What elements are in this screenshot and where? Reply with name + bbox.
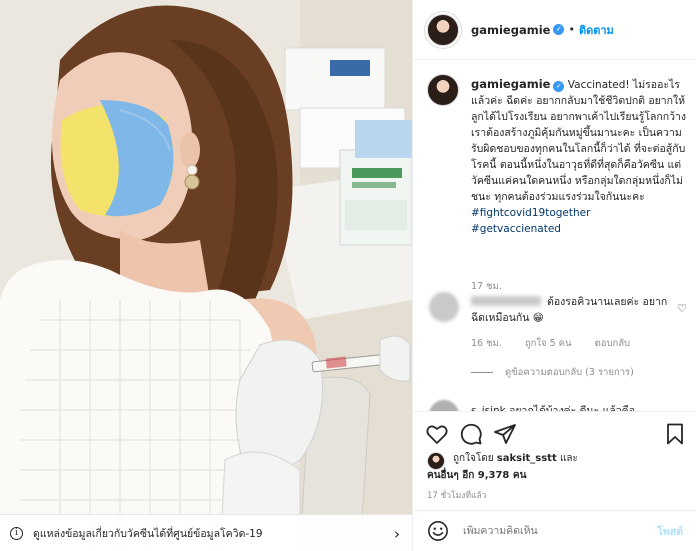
photo-illustration	[0, 0, 412, 551]
comments-section[interactable]: gamiegamie ✓ Vaccinated! ไม่รออะไรแล้วค่ะ…	[413, 60, 696, 411]
liked-by-others[interactable]: คนอื่นๆ อีก 9,378 คน	[427, 468, 526, 483]
hashtag-link[interactable]: #fightcovid19together	[471, 207, 590, 219]
action-bar	[413, 411, 696, 454]
covid-info-text: ดูแหล่งข้อมูลเกี่ยวกับวัคซีนได้ที่ศูนย์ข…	[33, 527, 263, 540]
verified-badge-icon: ✓	[553, 24, 565, 35]
separator-dot: •	[568, 23, 575, 36]
comment-likes[interactable]: ถูกใจ 5 คน	[525, 338, 572, 349]
comment-text: s_isink อยากได้บ้างค่ะ ดีนะ แล้วคือ	[471, 405, 636, 411]
liked-by-prefix: ถูกใจโดย	[453, 453, 494, 464]
post-sidebar: gamiegamie ✓ • ติดตาม gamiegamie ✓ Vaccin…	[412, 0, 696, 551]
likes-summary[interactable]: ถูกใจโดย saksit_sstt และ คนอื่นๆ อีก 9,3…	[427, 450, 689, 484]
caption-text: Vaccinated! ไม่รออะไรแล้วค่ะ ฉีดค่ะ อยาก…	[471, 79, 687, 203]
view-replies-label: ดูข้อความตอบกลับ (3 รายการ)	[505, 367, 634, 378]
comment-item-partial: s_isink อยากได้บ้างค่ะ ดีนะ แล้วคือ	[427, 400, 689, 411]
caption-time: 17 ชม.	[471, 281, 502, 292]
emoji-icon[interactable]	[427, 520, 449, 542]
verified-badge-icon: ✓	[553, 81, 565, 92]
commenter-avatar[interactable]	[429, 400, 459, 411]
info-icon: i	[10, 526, 23, 540]
liker-username[interactable]: saksit_sstt	[497, 453, 557, 464]
bookmark-icon[interactable]	[663, 422, 687, 446]
comment-icon[interactable]	[459, 422, 483, 446]
reply-button[interactable]: ตอบกลับ	[595, 338, 631, 349]
liked-by-line: ถูกใจโดย saksit_sstt และ	[453, 451, 578, 466]
chevron-right-icon: ›	[394, 525, 400, 543]
author-username[interactable]: gamiegamie	[471, 23, 550, 37]
heart-icon[interactable]: ♡	[677, 302, 687, 315]
follow-button[interactable]: ติดตาม	[579, 21, 614, 39]
covid-info-banner[interactable]: i ดูแหล่งข้อมูลเกี่ยวกับวัคซีนได้ที่ศูนย…	[0, 514, 412, 551]
commenter-avatar[interactable]	[429, 292, 459, 322]
caption-body: gamiegamie ✓ Vaccinated! ไม่รออะไรแล้วค่ะ…	[471, 76, 693, 237]
author-avatar[interactable]	[427, 13, 459, 46]
post-photo[interactable]: i ดูแหล่งข้อมูลเกี่ยวกับวัคซีนได้ที่ศูนย…	[0, 0, 412, 551]
divider-line	[471, 372, 493, 373]
comment-text: ต้องรอคิวนานเลยค่ะ อยากฉีดเหมือนกัน 😁	[471, 296, 668, 324]
comment-time: 16 ชม.	[471, 338, 502, 349]
comment-input[interactable]	[463, 525, 658, 537]
post-header: gamiegamie ✓ • ติดตาม	[413, 0, 696, 60]
hashtag-link[interactable]: #getvaccienated	[471, 223, 561, 235]
post-comment-button[interactable]: โพสต์	[657, 523, 683, 540]
others-count: คนอื่นๆ อีก 9,378 คน	[427, 470, 527, 481]
comment-meta: 16 ชม. ถูกใจ 5 คน ตอบกลับ	[471, 336, 642, 351]
post-timestamp: 17 ชั่วโมงที่แล้ว	[427, 491, 487, 501]
heart-icon[interactable]	[425, 422, 449, 446]
share-icon[interactable]	[493, 422, 517, 446]
caption-avatar[interactable]	[427, 74, 459, 106]
view-replies-button[interactable]: ดูข้อความตอบกลับ (3 รายการ)	[471, 365, 634, 380]
liked-by-suffix: และ	[559, 453, 578, 464]
caption-username[interactable]: gamiegamie	[471, 77, 550, 91]
add-comment-bar: โพสต์	[413, 510, 696, 551]
